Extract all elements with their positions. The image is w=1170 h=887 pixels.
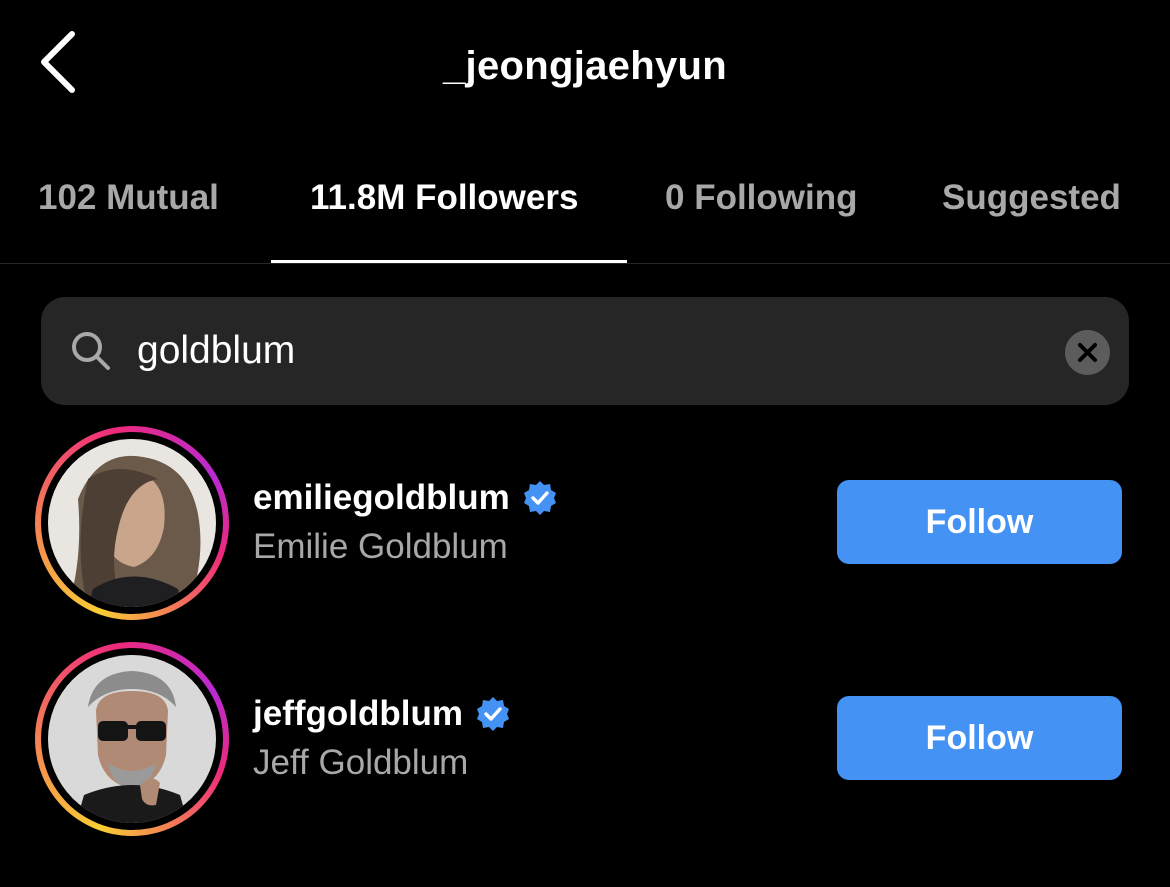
header: _jeongjaehyun (0, 0, 1170, 140)
clear-icon (1078, 343, 1097, 362)
follow-button[interactable]: Follow (837, 480, 1122, 564)
tab-bar: 102 Mutual 11.8M Followers 0 Following S… (0, 160, 1170, 264)
search-icon (72, 332, 110, 370)
follow-button[interactable]: Follow (837, 696, 1122, 780)
avatar-story-ring[interactable] (35, 642, 229, 836)
username-link[interactable]: jeffgoldblum (253, 694, 511, 734)
verified-badge-icon (476, 697, 509, 731)
clear-search-button[interactable] (1065, 330, 1110, 375)
tab-mutual[interactable]: 102 Mutual (38, 178, 219, 218)
tab-suggested[interactable]: Suggested (942, 178, 1121, 218)
list-item[interactable]: emiliegoldblum Emilie Goldblum Follow (0, 424, 1170, 624)
full-name: Jeff Goldblum (253, 743, 469, 782)
search-bar (41, 297, 1129, 405)
tab-following[interactable]: 0 Following (665, 178, 857, 218)
username-link[interactable]: emiliegoldblum (253, 478, 558, 518)
avatar (48, 439, 216, 607)
page-title: _jeongjaehyun (443, 44, 727, 88)
username: emiliegoldblum (253, 478, 510, 517)
tab-followers[interactable]: 11.8M Followers (310, 178, 578, 218)
active-tab-indicator (271, 260, 627, 263)
username: jeffgoldblum (253, 694, 463, 733)
list-item[interactable]: jeffgoldblum Jeff Goldblum Follow (0, 640, 1170, 840)
full-name: Emilie Goldblum (253, 527, 508, 566)
verified-badge-icon (523, 481, 556, 515)
avatar (48, 655, 216, 823)
avatar-story-ring[interactable] (35, 426, 229, 620)
search-input[interactable] (137, 321, 1037, 381)
